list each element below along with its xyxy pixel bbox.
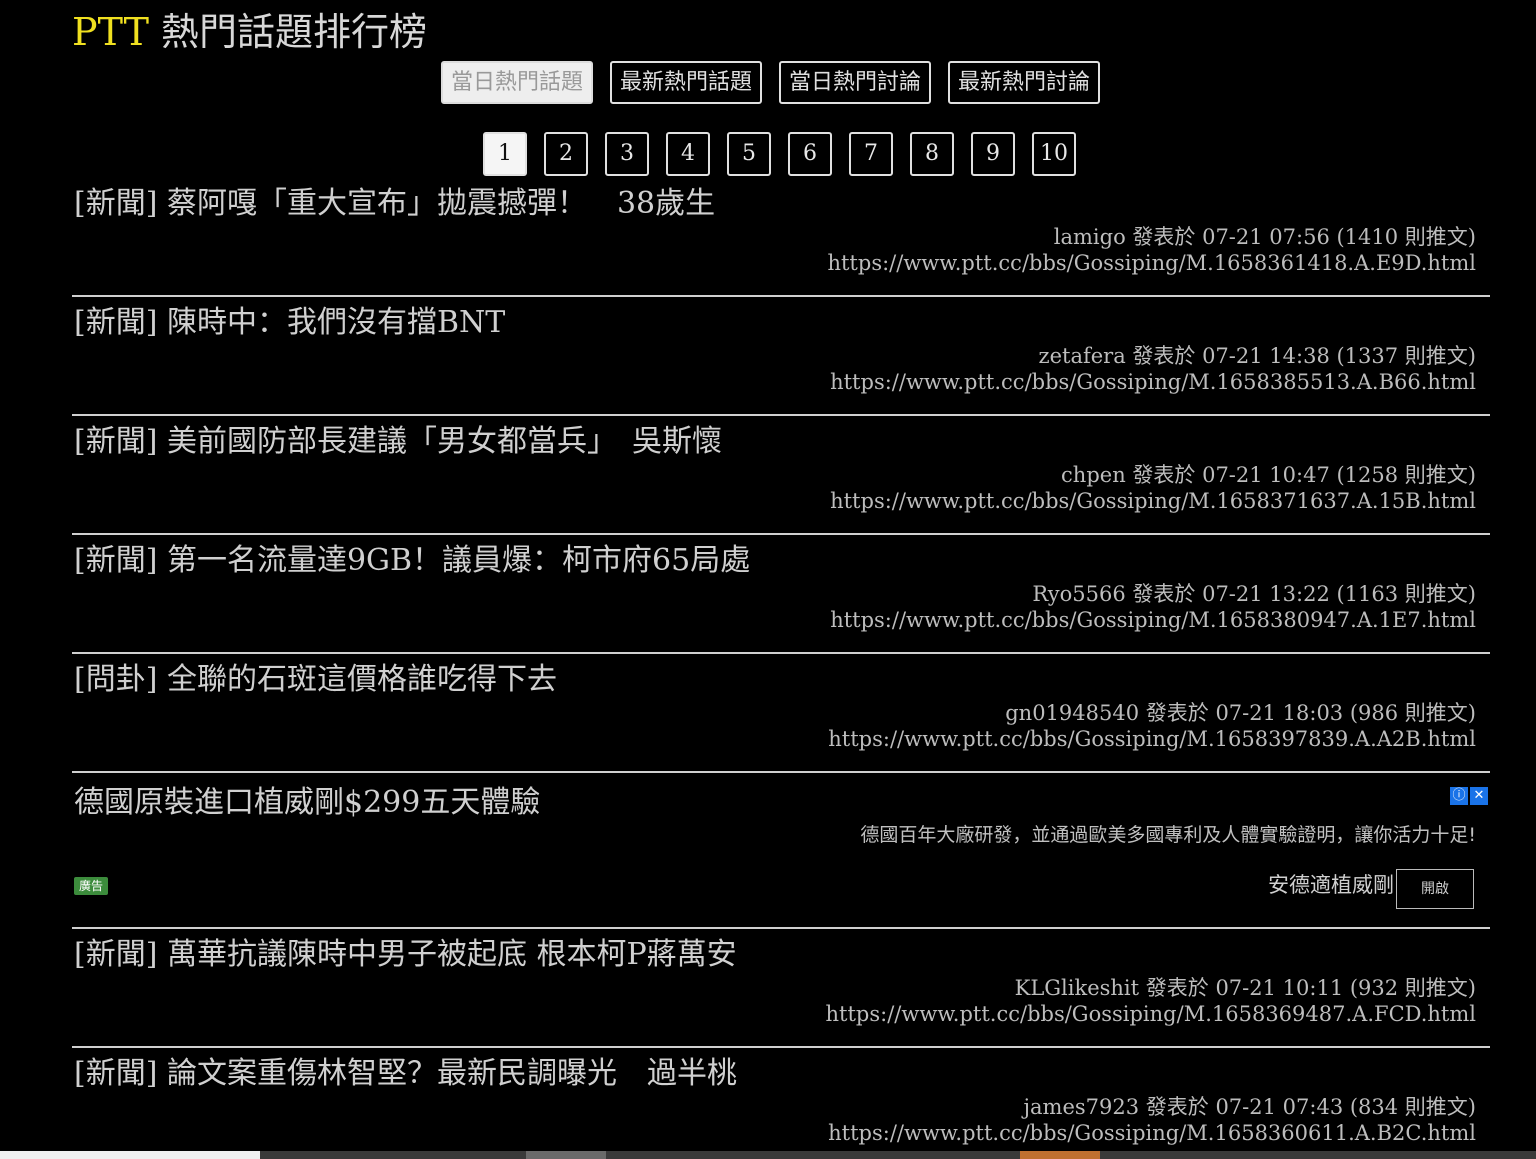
tab-daily-hot-discussions[interactable]: 當日熱門討論 <box>779 61 932 104</box>
post-url[interactable]: https://www.ptt.cc/bbs/Gossiping/M.16583… <box>830 369 1476 395</box>
site-title-text: 熱門話題排行榜 <box>148 10 428 54</box>
post-meta: Ryo5566 發表於 07-21 13:22 (1163 則推文) https… <box>830 581 1476 633</box>
page-button-5[interactable]: 5 <box>727 132 771 176</box>
post-item: [新聞] 論文案重傷林智堅？最新民調曝光 過半桃 james7923 發表於 0… <box>72 1048 1490 1159</box>
page-button-10[interactable]: 10 <box>1032 132 1076 176</box>
post-title-link[interactable]: [新聞] 萬華抗議陳時中男子被起底 根本柯P蔣萬安 <box>74 935 737 975</box>
ad-description: 德國百年大廠研發，並通過歐美多國專利及人體實驗證明，讓你活力十足! <box>860 824 1476 846</box>
page-button-6[interactable]: 6 <box>788 132 832 176</box>
post-url[interactable]: https://www.ptt.cc/bbs/Gossiping/M.16583… <box>828 726 1476 752</box>
post-author-info: james7923 發表於 07-21 07:43 (834 則推文) <box>1023 1095 1477 1119</box>
post-meta: chpen 發表於 07-21 10:47 (1258 則推文) https:/… <box>830 462 1476 514</box>
post-author-info: gn01948540 發表於 07-21 18:03 (986 則推文) <box>1005 701 1476 725</box>
tab-latest-hot-topics[interactable]: 最新熱門話題 <box>610 61 763 104</box>
post-author-info: Ryo5566 發表於 07-21 13:22 (1163 則推文) <box>1032 582 1476 606</box>
page-button-1[interactable]: 1 <box>483 132 527 176</box>
post-title-link[interactable]: [新聞] 論文案重傷林智堅？最新民調曝光 過半桃 <box>74 1054 737 1094</box>
ad-block[interactable]: 德國原裝進口植威剛$299五天體驗 ⓘ ✕ 德國百年大廠研發，並通過歐美多國專利… <box>72 773 1490 929</box>
ad-info-icon[interactable]: ⓘ <box>1450 787 1468 805</box>
taskbar-segment <box>0 1151 260 1159</box>
post-author-info: chpen 發表於 07-21 10:47 (1258 則推文) <box>1061 463 1476 487</box>
site-brand: PTT <box>72 10 149 54</box>
ad-badge: 廣告 <box>74 877 109 895</box>
post-item: [新聞] 萬華抗議陳時中男子被起底 根本柯P蔣萬安 KLGlikeshit 發表… <box>72 929 1490 1048</box>
ad-title[interactable]: 德國原裝進口植威剛$299五天體驗 <box>74 783 540 823</box>
pagination: 1 2 3 4 5 6 7 8 9 10 <box>483 132 1076 176</box>
ad-controls: ⓘ ✕ <box>1450 787 1488 805</box>
page-button-7[interactable]: 7 <box>849 132 893 176</box>
post-url[interactable]: https://www.ptt.cc/bbs/Gossiping/M.16583… <box>826 1001 1476 1027</box>
post-author-info: zetafera 發表於 07-21 14:38 (1337 則推文) <box>1038 344 1476 368</box>
post-meta: zetafera 發表於 07-21 14:38 (1337 則推文) http… <box>830 343 1476 395</box>
post-title-link[interactable]: [新聞] 蔡阿嘎「重大宣布」拋震撼彈！ 38歲生 <box>74 184 715 224</box>
page-button-9[interactable]: 9 <box>971 132 1015 176</box>
taskbar-segment <box>526 1151 606 1159</box>
page: PTT 熱門話題排行榜 當日熱門話題 最新熱門話題 當日熱門討論 最新熱門討論 … <box>0 0 1536 1159</box>
site-title: PTT 熱門話題排行榜 <box>72 6 427 58</box>
tab-latest-hot-discussions[interactable]: 最新熱門討論 <box>948 61 1101 104</box>
post-title-link[interactable]: [新聞] 第一名流量達9GB！議員爆：柯市府65局處 <box>74 541 750 581</box>
page-button-2[interactable]: 2 <box>544 132 588 176</box>
tab-daily-hot-topics[interactable]: 當日熱門話題 <box>441 61 594 104</box>
post-item: [新聞] 第一名流量達9GB！議員爆：柯市府65局處 Ryo5566 發表於 0… <box>72 535 1490 654</box>
post-title-link[interactable]: [新聞] 陳時中：我們沒有擋BNT <box>74 303 505 343</box>
post-url[interactable]: https://www.ptt.cc/bbs/Gossiping/M.16583… <box>830 607 1476 633</box>
ad-open-button[interactable]: 開啟 <box>1396 869 1474 909</box>
page-button-4[interactable]: 4 <box>666 132 710 176</box>
post-meta: james7923 發表於 07-21 07:43 (834 則推文) http… <box>828 1094 1476 1146</box>
post-item: [新聞] 陳時中：我們沒有擋BNT zetafera 發表於 07-21 14:… <box>72 297 1490 416</box>
taskbar-strip <box>0 1151 1536 1159</box>
post-meta: gn01948540 發表於 07-21 18:03 (986 則推文) htt… <box>828 700 1476 752</box>
page-button-8[interactable]: 8 <box>910 132 954 176</box>
post-title-link[interactable]: [新聞] 美前國防部長建議「男女都當兵」 吳斯懷 <box>74 422 722 462</box>
taskbar-segment <box>1020 1151 1100 1159</box>
ranking-tabs: 當日熱門話題 最新熱門話題 當日熱門討論 最新熱門討論 <box>441 61 1101 104</box>
post-item: [新聞] 美前國防部長建議「男女都當兵」 吳斯懷 chpen 發表於 07-21… <box>72 416 1490 535</box>
ad-close-icon[interactable]: ✕ <box>1470 787 1488 805</box>
post-meta: KLGlikeshit 發表於 07-21 10:11 (932 則推文) ht… <box>826 975 1476 1027</box>
post-meta: lamigo 發表於 07-21 07:56 (1410 則推文) https:… <box>827 224 1476 276</box>
post-author-info: KLGlikeshit 發表於 07-21 10:11 (932 則推文) <box>1014 976 1476 1000</box>
post-author-info: lamigo 發表於 07-21 07:56 (1410 則推文) <box>1053 225 1476 249</box>
post-url[interactable]: https://www.ptt.cc/bbs/Gossiping/M.16583… <box>828 1120 1476 1146</box>
post-url[interactable]: https://www.ptt.cc/bbs/Gossiping/M.16583… <box>830 488 1476 514</box>
post-list: [新聞] 蔡阿嘎「重大宣布」拋震撼彈！ 38歲生 lamigo 發表於 07-2… <box>72 178 1490 1159</box>
ad-advertiser: 安德適植威剛 <box>1268 873 1394 897</box>
post-title-link[interactable]: [問卦] 全聯的石斑這價格誰吃得下去 <box>74 660 557 700</box>
post-url[interactable]: https://www.ptt.cc/bbs/Gossiping/M.16583… <box>827 250 1476 276</box>
post-item: [新聞] 蔡阿嘎「重大宣布」拋震撼彈！ 38歲生 lamigo 發表於 07-2… <box>72 178 1490 297</box>
post-item: [問卦] 全聯的石斑這價格誰吃得下去 gn01948540 發表於 07-21 … <box>72 654 1490 773</box>
page-button-3[interactable]: 3 <box>605 132 649 176</box>
